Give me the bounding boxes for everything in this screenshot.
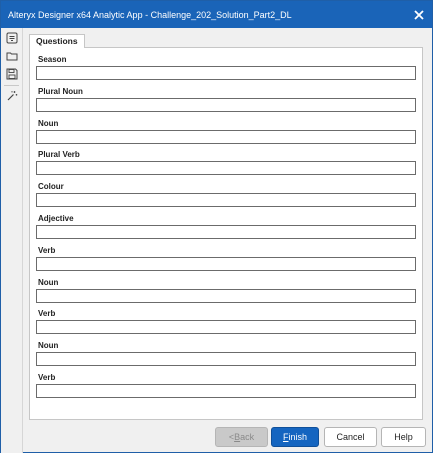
field-label: Noun	[38, 277, 59, 287]
field-input[interactable]	[36, 320, 416, 335]
field-label: Season	[38, 55, 67, 64]
field-label: Verb	[38, 245, 56, 255]
field-label: Verb	[38, 309, 56, 319]
left-toolbar	[1, 28, 23, 453]
field-label: Adjective	[38, 214, 74, 223]
close-icon[interactable]	[406, 1, 432, 28]
help-button[interactable]: Help	[381, 427, 426, 447]
field-input[interactable]	[36, 384, 416, 398]
field-input[interactable]	[36, 161, 416, 176]
finish-label-rest: inish	[288, 432, 307, 442]
title-bar: Alteryx Designer x64 Analytic App - Chal…	[1, 1, 432, 28]
magic-wand-icon[interactable]	[3, 88, 21, 104]
save-icon[interactable]	[3, 66, 21, 82]
back-button[interactable]: < Back	[215, 427, 268, 447]
window-title: Alteryx Designer x64 Analytic App - Chal…	[8, 9, 292, 20]
back-label-rest: ack	[240, 432, 255, 442]
field-input[interactable]	[36, 225, 416, 239]
field-input[interactable]	[36, 66, 416, 80]
questions-panel: Season Plural Noun Noun Plural Verb Colour Ad…	[29, 47, 423, 420]
toolbar-separator	[4, 85, 19, 86]
field-label: Noun	[38, 341, 59, 351]
finish-button[interactable]: Finish	[271, 427, 319, 447]
field-input[interactable]	[36, 193, 416, 208]
field-input[interactable]	[36, 256, 416, 271]
field-label: Plural Verb	[38, 150, 80, 160]
field-input[interactable]	[36, 352, 416, 367]
field-label: Verb	[38, 373, 56, 382]
field-label: Noun	[38, 118, 59, 128]
field-label: Plural Noun	[38, 86, 83, 96]
field-input[interactable]	[36, 288, 416, 303]
analytic-app-window: Alteryx Designer x64 Analytic App - Chal…	[0, 0, 433, 453]
tab-questions[interactable]: Questions	[29, 34, 85, 48]
open-folder-icon[interactable]	[3, 48, 21, 64]
field-input[interactable]	[36, 129, 416, 144]
app-icon[interactable]	[3, 30, 21, 46]
field-label: Colour	[38, 182, 64, 192]
cancel-button[interactable]: Cancel	[324, 427, 377, 447]
field-input[interactable]	[36, 97, 416, 112]
